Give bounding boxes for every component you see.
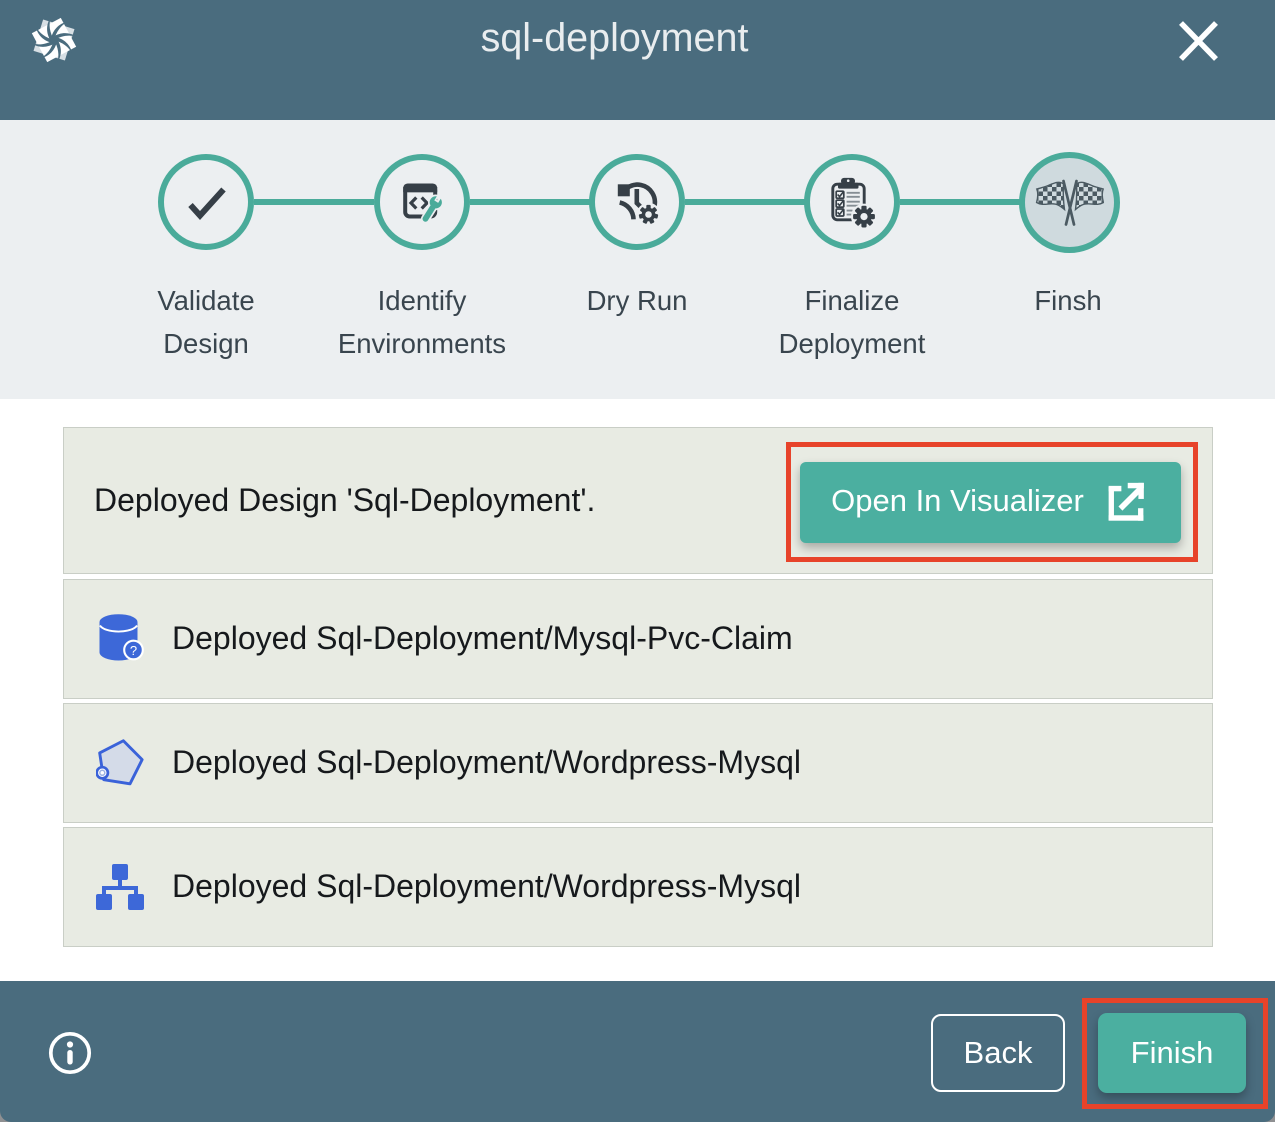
svg-text:?: ?	[130, 643, 137, 658]
